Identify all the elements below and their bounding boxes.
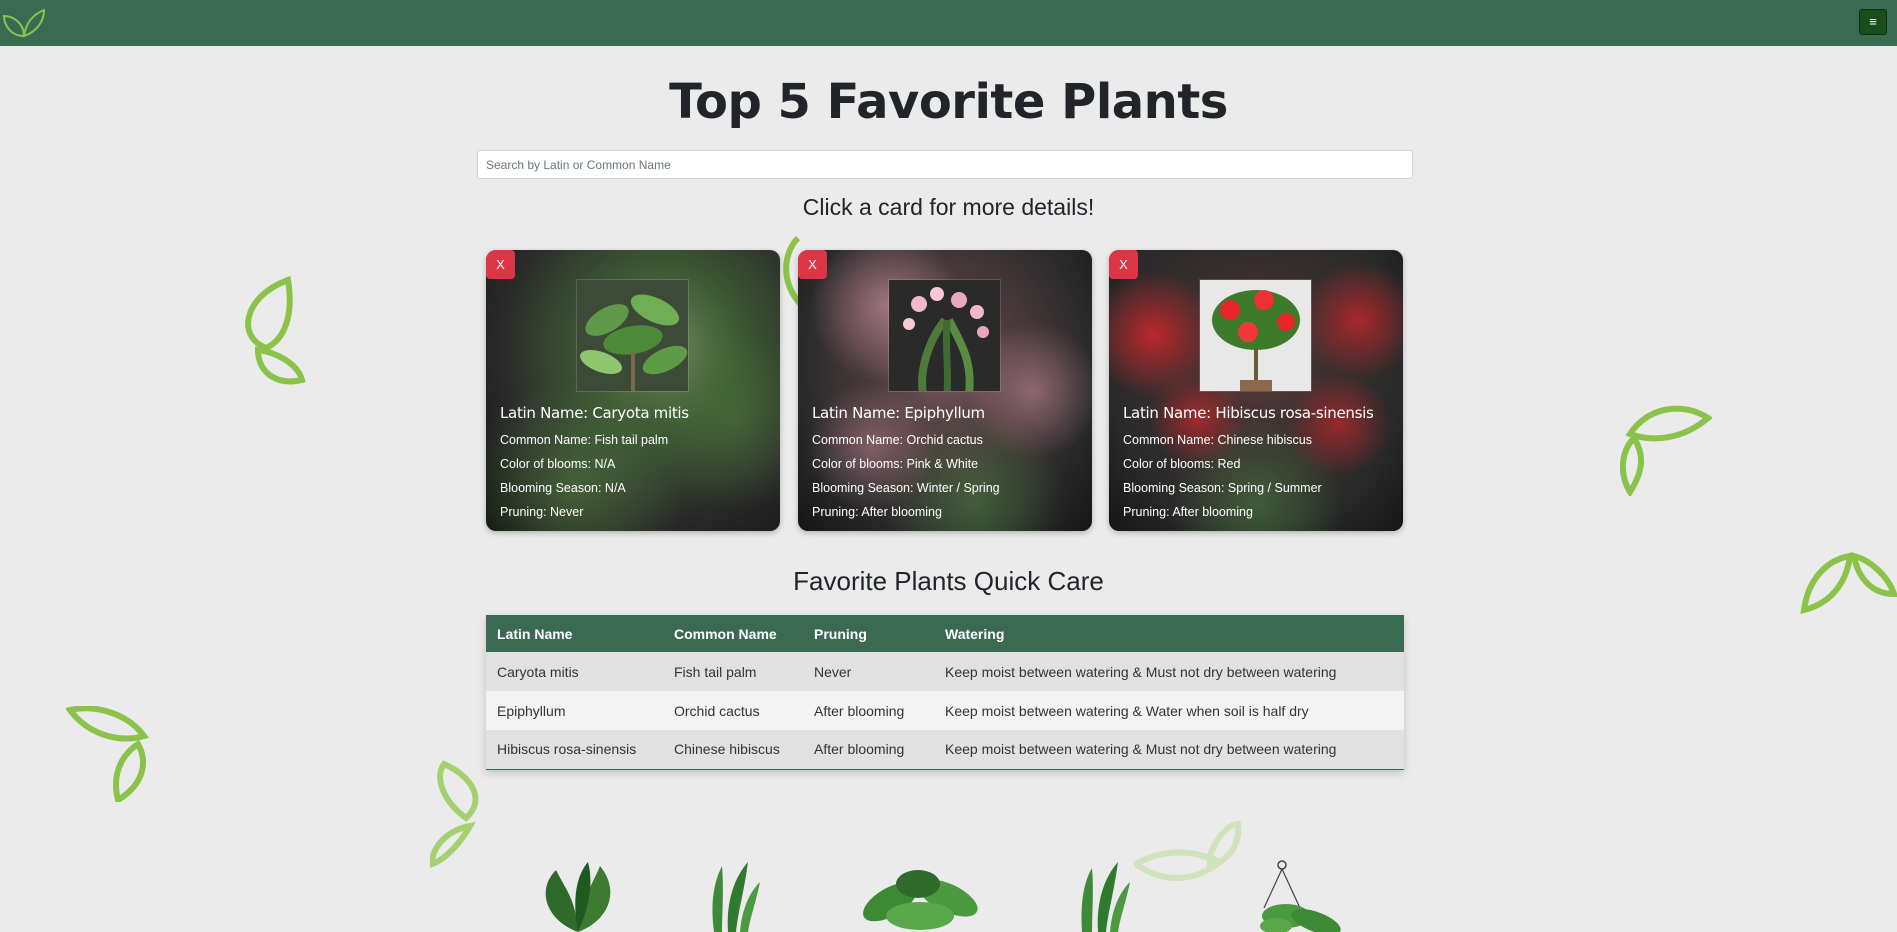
snake-plant-icon: [1081, 862, 1130, 932]
table-row: Epiphyllum Orchid cactus After blooming …: [486, 691, 1404, 730]
card-bloom-season: Blooming Season: N/A: [500, 481, 626, 495]
table-cell: Epiphyllum: [486, 691, 663, 730]
plant-card-hibiscus[interactable]: X Latin Name: Hibiscus rosa-sinensis Com…: [1109, 250, 1403, 531]
card-common-name: Common Name: Orchid cactus: [812, 433, 983, 447]
table-cell: After blooming: [803, 730, 934, 770]
table-cell: Chinese hibiscus: [663, 730, 803, 770]
card-latin-name: Latin Name: Epiphyllum: [812, 404, 985, 422]
bushy-plant-icon: [863, 870, 978, 930]
column-header: Latin Name: [486, 615, 663, 652]
card-latin-name: Latin Name: Caryota mitis: [500, 404, 689, 422]
card-pruning: Pruning: Never: [500, 505, 584, 519]
decorative-leaf-icon: [1620, 405, 1712, 496]
decorative-leaf-icon: [430, 760, 479, 868]
table-cell: Hibiscus rosa-sinensis: [486, 730, 663, 770]
card-bloom-color: Color of blooms: N/A: [500, 457, 616, 471]
table-header-row: Latin Name Common Name Pruning Watering: [486, 615, 1404, 652]
card-details: Latin Name: Epiphyllum Common Name: Orch…: [812, 404, 1000, 524]
close-card-button[interactable]: X: [1109, 250, 1138, 279]
table-row: Caryota mitis Fish tail palm Never Keep …: [486, 652, 1404, 691]
card-common-name: Common Name: Chinese hibiscus: [1123, 433, 1312, 447]
page-title: Top 5 Favorite Plants: [669, 74, 1228, 130]
epiphyllum-photo: [888, 279, 1001, 392]
quick-care-table: Latin Name Common Name Pruning Watering …: [486, 615, 1404, 770]
card-bloom-color: Color of blooms: Pink & White: [812, 457, 979, 471]
card-bloom-color: Color of blooms: Red: [1123, 457, 1241, 471]
column-header: Common Name: [663, 615, 803, 652]
hanging-plant-icon: [1260, 860, 1341, 932]
navbar: ≡: [0, 0, 1897, 46]
search-input[interactable]: [477, 150, 1413, 179]
quick-care-title: Favorite Plants Quick Care: [793, 566, 1104, 596]
close-card-button[interactable]: X: [486, 250, 515, 279]
card-bloom-season: Blooming Season: Spring / Summer: [1123, 481, 1322, 495]
card-latin-name: Latin Name: Hibiscus rosa-sinensis: [1123, 404, 1374, 422]
table-cell: After blooming: [803, 691, 934, 730]
plant-card-epiphyllum[interactable]: X Latin Name: Epiphyllum Common Name: Or…: [798, 250, 1092, 531]
column-header: Pruning: [803, 615, 934, 652]
table-cell: Never: [803, 652, 934, 691]
hibiscus-photo: [1199, 279, 1312, 392]
decorative-leaf-icon: [1134, 820, 1242, 881]
snake-plant-icon: [712, 862, 760, 932]
table-cell: Fish tail palm: [663, 652, 803, 691]
monstera-plant-icon: [545, 862, 611, 932]
card-common-name: Common Name: Fish tail palm: [500, 433, 669, 447]
menu-toggle-button[interactable]: ≡: [1859, 9, 1887, 35]
table-cell: Keep moist between watering & Must not d…: [934, 652, 1404, 691]
table-row: Hibiscus rosa-sinensis Chinese hibiscus …: [486, 730, 1404, 770]
leaf-logo-icon[interactable]: [2, 6, 46, 38]
card-bloom-season: Blooming Season: Winter / Spring: [812, 481, 1000, 495]
decorative-leaf-icon: [245, 276, 306, 385]
table-cell: Orchid cactus: [663, 691, 803, 730]
close-card-button[interactable]: X: [798, 250, 827, 279]
card-pruning: Pruning: After blooming: [1123, 505, 1253, 519]
column-header: Watering: [934, 615, 1404, 652]
table-cell: Caryota mitis: [486, 652, 663, 691]
plant-card-caryota[interactable]: X Latin Name: Caryota mitis Common Name:…: [486, 250, 780, 531]
table-cell: Keep moist between watering & Water when…: [934, 691, 1404, 730]
caryota-photo: [576, 279, 689, 392]
card-details: Latin Name: Caryota mitis Common Name: F…: [500, 404, 689, 524]
table-cell: Keep moist between watering & Must not d…: [934, 730, 1404, 770]
card-pruning: Pruning: After blooming: [812, 505, 942, 519]
decorative-leaf-icon: [66, 706, 149, 802]
cards-instruction: Click a card for more details!: [802, 194, 1095, 220]
card-details: Latin Name: Hibiscus rosa-sinensis Commo…: [1123, 404, 1374, 524]
